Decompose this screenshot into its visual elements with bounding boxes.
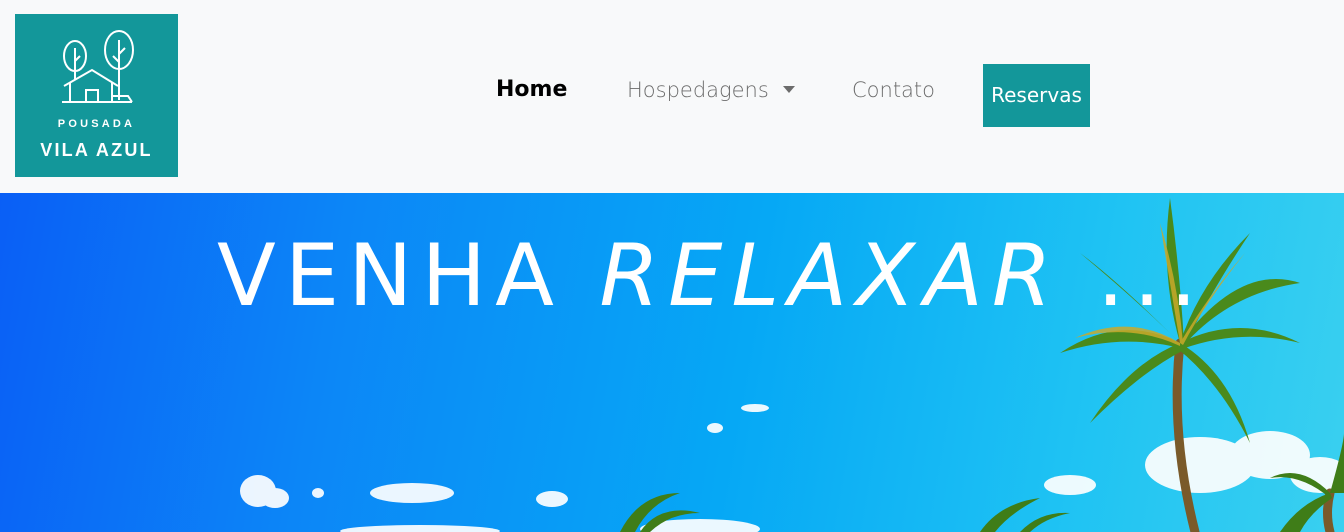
caret-down-icon: [782, 85, 795, 93]
navbar: POUSADA VILA AZUL Home Hospedagens Conta…: [0, 0, 1344, 193]
brand-logo[interactable]: POUSADA VILA AZUL: [15, 14, 178, 177]
nav-home[interactable]: Home: [496, 77, 567, 102]
hero-word-relaxar: RELAXAR: [599, 226, 1061, 326]
nav-hospedagens-label: Hospedagens: [627, 78, 769, 102]
hero-word-venha: VENHA: [217, 226, 563, 326]
nav-contato[interactable]: Contato: [852, 78, 935, 102]
hero-banner: VENHA RELAXAR ...: [0, 193, 1344, 532]
nav-hospedagens-dropdown[interactable]: Hospedagens: [627, 78, 795, 102]
hero-headline: VENHA RELAXAR ...: [217, 233, 1206, 319]
house-trees-icon: [62, 30, 134, 103]
brand-line-1: POUSADA: [57, 118, 136, 130]
hero-ellipsis: ...: [1097, 226, 1207, 326]
brand-line-2: VILA AZUL: [40, 140, 153, 160]
reservas-button[interactable]: Reservas: [983, 64, 1090, 127]
